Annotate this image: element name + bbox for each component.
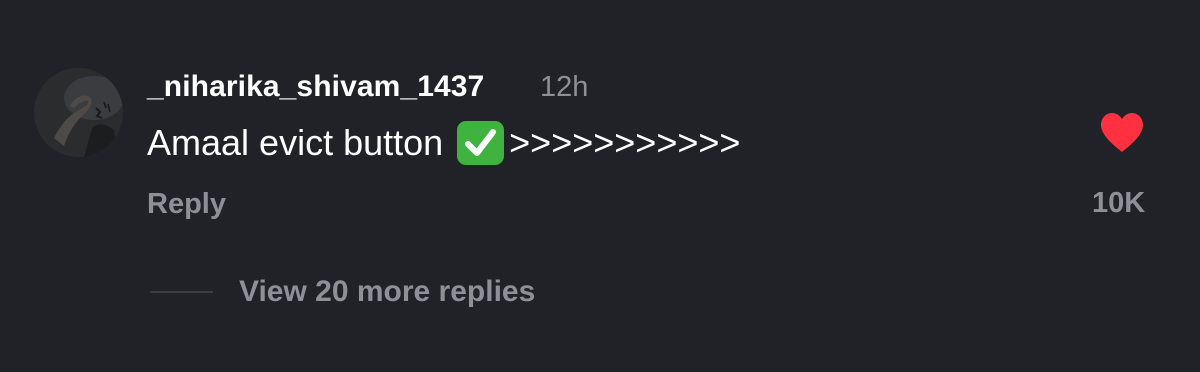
comment-timestamp: 12h (540, 71, 589, 103)
comment-text-after: >>>>>>>>>>> (509, 122, 741, 163)
check-mark-emoji-icon (456, 120, 505, 166)
replies-divider (150, 291, 213, 293)
like-count: 10K (1092, 187, 1146, 219)
avatar[interactable] (34, 68, 123, 157)
reply-button[interactable]: Reply (147, 188, 226, 221)
avatar-image (34, 68, 123, 157)
comment-text: Amaal evict button >>>>>>>>>>> (147, 120, 740, 166)
heart-filled-icon[interactable] (1099, 112, 1145, 154)
view-replies-button[interactable]: View 20 more replies (239, 275, 535, 309)
comment-text-before: Amaal evict button (147, 122, 444, 163)
comment-item: _niharika_shivam_1437 12h Amaal evict bu… (0, 0, 1200, 372)
comment-username[interactable]: _niharika_shivam_1437 (147, 70, 484, 104)
